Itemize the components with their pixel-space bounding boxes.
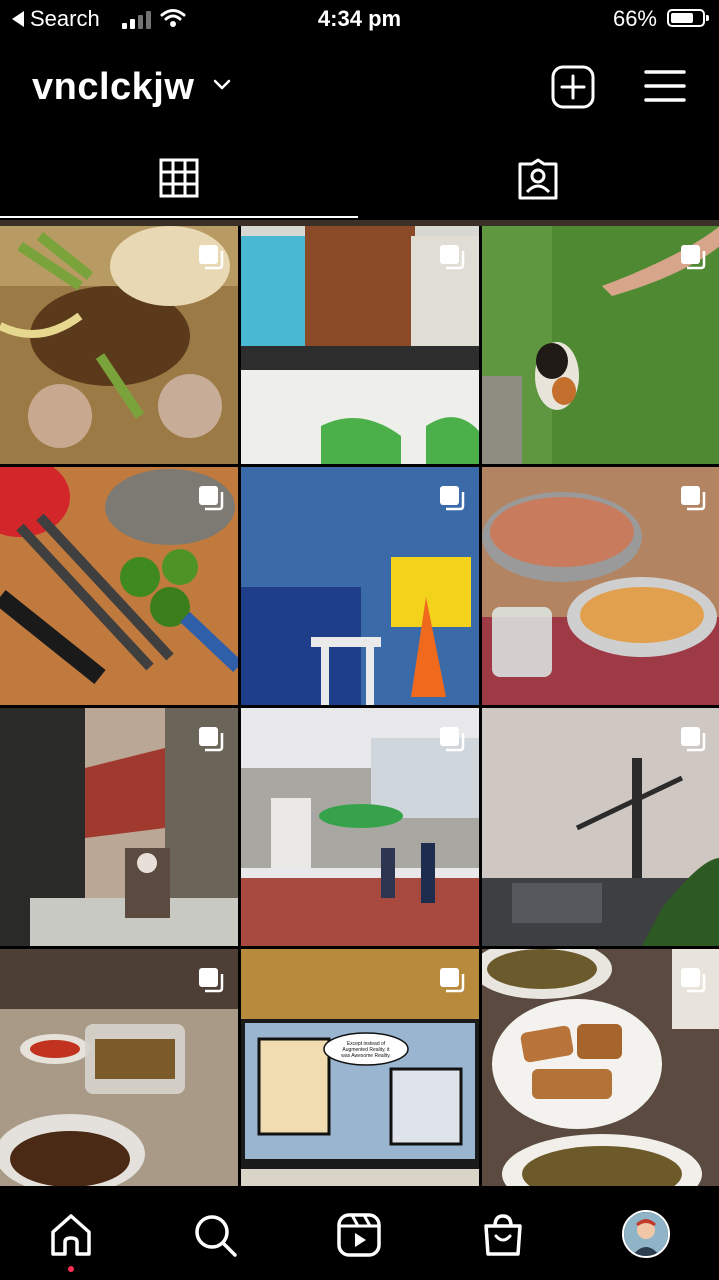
status-bar: Search 4:34 pm 66% [0,0,719,40]
multiple-photos-icon [440,245,465,270]
post-thumbnail[interactable] [241,708,479,946]
multiple-photos-icon [440,968,465,993]
home-icon [51,1214,91,1256]
post-thumbnail[interactable] [0,708,238,946]
multiple-photos-icon [199,245,224,270]
posts-grid: Except instead of Augmented Reality, it … [0,220,719,1186]
profile-avatar[interactable] [622,1210,670,1258]
reels-icon [337,1213,381,1257]
profile-header: vnclckjw [0,52,719,132]
post-thumbnail[interactable] [482,949,719,1186]
multiple-photos-icon [681,486,706,511]
account-username[interactable]: vnclckjw [32,66,194,109]
battery-percent: 66% [612,6,657,31]
nav-search[interactable] [190,1210,240,1260]
multiple-photos-icon [199,968,224,993]
multiple-photos-icon [440,727,465,752]
tab-tagged[interactable] [359,140,717,218]
tab-posts-grid[interactable] [0,140,358,218]
post-thumbnail[interactable] [241,467,479,705]
profile-tabs [0,140,719,218]
post-thumbnail[interactable] [0,226,238,464]
hamburger-menu-icon[interactable] [644,68,686,104]
add-post-icon[interactable] [551,65,595,109]
notification-dot [68,1266,74,1272]
multiple-photos-icon [681,245,706,270]
multiple-photos-icon [199,727,224,752]
avatar-image [624,1212,668,1256]
post-thumbnail[interactable] [241,226,479,464]
tagged-icon [518,158,558,200]
multiple-photos-icon [681,968,706,993]
nav-home[interactable] [46,1210,96,1260]
multiple-photos-icon [199,486,224,511]
search-icon [195,1215,237,1257]
multiple-photos-icon [681,727,706,752]
battery-icon [667,9,709,27]
tv-speech-bubble-line3: was Awesome Reality. [341,1053,391,1059]
post-thumbnail[interactable] [0,949,238,1186]
post-thumbnail[interactable] [482,708,719,946]
post-thumbnail[interactable] [482,467,719,705]
post-thumbnail[interactable] [0,467,238,705]
shop-icon [484,1214,522,1256]
post-thumbnail[interactable] [482,226,719,464]
nav-reels[interactable] [334,1210,384,1260]
bottom-navigation [0,1186,719,1280]
grid-icon [159,158,199,198]
post-thumbnail[interactable]: Except instead of Augmented Reality, it … [241,949,479,1186]
multiple-photos-icon [440,486,465,511]
nav-shop[interactable] [478,1210,528,1260]
chevron-down-icon[interactable] [212,78,232,92]
clock: 4:34 pm [317,6,402,31]
